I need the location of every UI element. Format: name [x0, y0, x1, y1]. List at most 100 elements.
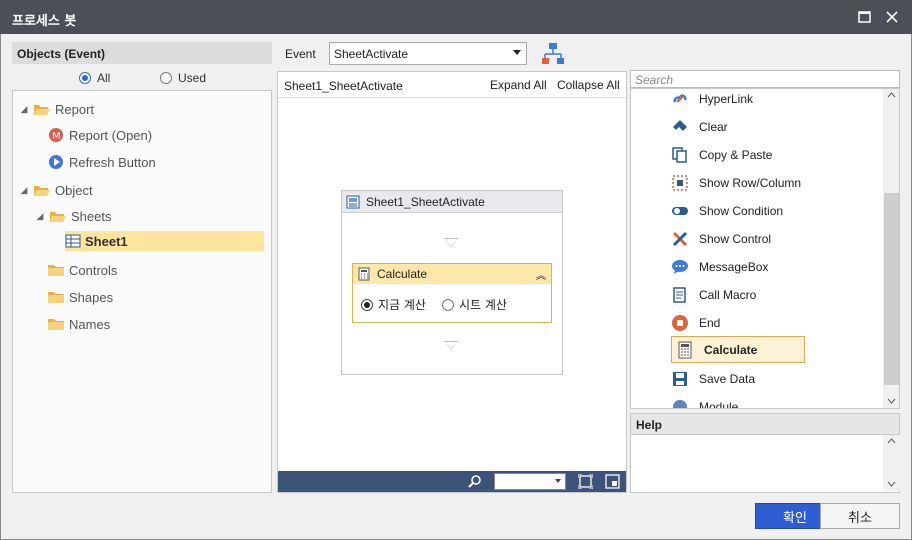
minimap-icon[interactable] [605, 474, 620, 489]
folder-icon [48, 265, 64, 276]
zoom-search-icon[interactable] [468, 474, 482, 488]
tree-node-sheet1[interactable]: Sheet1 [65, 231, 264, 251]
stop-icon [672, 315, 688, 331]
action-item-calculate[interactable]: Calculate [671, 336, 805, 363]
tree-node-refresh-button[interactable]: Refresh Button [47, 152, 156, 172]
eraser-icon [673, 120, 687, 134]
expand-all-link[interactable]: Expand All [490, 78, 547, 92]
action-label: Save Data [699, 372, 756, 386]
calc-options: 지금 계산 시트 계산 [353, 284, 551, 325]
scrollbar-thumb[interactable] [884, 193, 899, 385]
fit-screen-icon[interactable] [578, 474, 593, 489]
maximize-icon[interactable] [856, 8, 874, 26]
help-scrollbar[interactable] [883, 435, 900, 491]
tree-node-names[interactable]: Names [47, 314, 110, 334]
folder-icon [48, 292, 64, 303]
action-search-input[interactable]: Search [630, 70, 900, 88]
expanded-arrow-icon[interactable]: ◢ [19, 104, 29, 115]
action-label: HyperLink [699, 92, 754, 106]
report-open-icon: M [49, 128, 63, 142]
folder-open-icon [34, 186, 50, 196]
tree-label-sheets: Sheets [71, 208, 112, 224]
filter-all-label: All [97, 71, 111, 85]
calculator-icon [358, 267, 370, 281]
action-item-copy-paste[interactable]: Copy & Paste [671, 143, 772, 167]
action-item-clear[interactable]: Clear [671, 115, 728, 139]
zoom-dropdown[interactable] [494, 473, 566, 490]
sheet-event-icon [346, 195, 360, 208]
expanded-arrow-icon[interactable]: ◢ [35, 211, 45, 222]
event-flow-box: Sheet1_SheetActivate Calculate ︽ 지금 계산 시… [341, 190, 563, 375]
flow-arrow-icon [444, 341, 458, 350]
save-icon [673, 372, 687, 386]
flow-layout-button[interactable] [540, 41, 566, 67]
action-item-show-condition[interactable]: Show Condition [671, 199, 783, 223]
collapse-chevron-icon[interactable]: ︽ [536, 267, 546, 282]
cancel-button[interactable]: 취소 [820, 503, 900, 529]
calc-option-sheet[interactable]: 시트 계산 [441, 296, 507, 313]
sheet-grid-icon [65, 234, 81, 248]
radio-selected-icon [361, 298, 373, 311]
action-item-save-data[interactable]: Save Data [671, 367, 755, 391]
calculate-action-card[interactable]: Calculate ︽ 지금 계산 시트 계산 [352, 263, 552, 323]
action-label: Call Macro [699, 288, 757, 302]
toggle-icon [672, 207, 688, 215]
radio-selected-icon [79, 72, 91, 84]
action-label: Show Row/Column [699, 176, 802, 190]
tree-node-controls[interactable]: Controls [47, 260, 117, 280]
script-icon [673, 287, 686, 303]
calc-option-sheet-label: 시트 계산 [458, 298, 507, 312]
module-icon [673, 400, 687, 408]
action-label: Calculate [704, 342, 758, 357]
help-header: Help [630, 413, 900, 435]
tree-label-names: Names [69, 316, 111, 332]
filter-used-label: Used [178, 71, 207, 85]
action-item-end[interactable]: End [671, 311, 720, 335]
action-item-messagebox[interactable]: MessageBox [671, 255, 768, 279]
close-icon[interactable] [883, 8, 901, 26]
action-item-call-macro[interactable]: Call Macro [671, 283, 756, 307]
chevron-down-icon[interactable] [887, 398, 896, 404]
event-dropdown[interactable]: SheetActivate [329, 42, 527, 65]
title-bar: 프로세스 봇 [0, 0, 912, 34]
expanded-arrow-icon[interactable]: ◢ [19, 185, 29, 196]
play-button-icon [49, 155, 63, 169]
tree-label-refresh-button: Refresh Button [69, 154, 156, 170]
flow-canvas: Sheet1_SheetActivate Expand All Collapse… [277, 71, 627, 493]
event-dropdown-value: SheetActivate [334, 47, 409, 61]
action-item-hyperlink[interactable]: HyperLink [671, 89, 754, 111]
calc-option-now[interactable]: 지금 계산 [361, 296, 426, 313]
chevron-up-icon[interactable] [887, 92, 896, 98]
tree-node-object[interactable]: ◢ Object [19, 180, 93, 200]
tree-node-report[interactable]: ◢ Report [19, 99, 95, 119]
tree-node-report-open[interactable]: M Report (Open) [47, 125, 152, 145]
tools-icon [672, 231, 688, 247]
svg-text:M: M [52, 131, 61, 142]
action-item-module[interactable]: Module [671, 395, 738, 408]
action-label: Copy & Paste [699, 148, 773, 162]
folder-icon [48, 319, 64, 330]
filter-all-radio[interactable]: All [79, 70, 110, 86]
chevron-down-icon[interactable] [887, 481, 896, 487]
event-label: Event [285, 47, 316, 61]
chevron-down-icon [513, 50, 521, 55]
canvas-toolbar [278, 471, 626, 492]
radio-empty-icon [160, 72, 172, 84]
tree-node-sheets[interactable]: ◢ Sheets [35, 206, 112, 226]
action-item-show-row-column[interactable]: Show Row/Column [671, 171, 801, 195]
link-icon [673, 94, 687, 103]
calc-option-now-label: 지금 계산 [378, 298, 426, 312]
chat-bubble-icon [672, 260, 688, 274]
chevron-down-icon [555, 479, 561, 483]
action-item-show-control[interactable]: Show Control [671, 227, 771, 251]
row-column-icon [672, 175, 688, 191]
chevron-up-icon[interactable] [887, 438, 896, 444]
filter-used-radio[interactable]: Used [160, 70, 206, 86]
action-label: End [699, 316, 721, 330]
objects-header: Objects (Event) [12, 42, 272, 64]
tree-node-shapes[interactable]: Shapes [47, 287, 113, 307]
help-content [630, 435, 900, 493]
action-list-scrollbar[interactable] [883, 89, 899, 408]
folder-open-icon [50, 212, 66, 222]
collapse-all-link[interactable]: Collapse All [557, 78, 620, 92]
